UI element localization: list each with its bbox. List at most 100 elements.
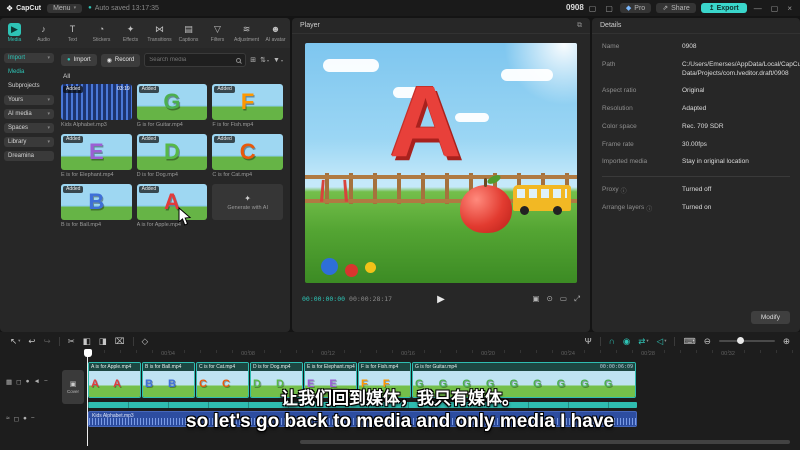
clip-e-elephant[interactable]: E is for Elephant.mp4 E E [304, 362, 357, 398]
export-button[interactable]: ↥ Export [700, 3, 747, 13]
clip-f-fish[interactable]: F is for Fish.mp4 F F [358, 362, 411, 398]
tab-filters[interactable]: ▽ Filters [203, 20, 232, 46]
audio-preview-toggle[interactable]: ◁ ▾ [657, 336, 667, 347]
clip-d-dog[interactable]: D is for Dog.mp4 D D [250, 362, 303, 398]
sidebar-item-dreamina[interactable]: Dreamina [4, 151, 54, 161]
menu-button[interactable]: Menu ▾ [47, 3, 83, 13]
media-item-c-cat[interactable]: Added C C is for Cat.mp4 [212, 134, 283, 178]
timeline-ruler[interactable]: 00:04 00:08 00:12 00:16 00:20 00:24 00:2… [0, 350, 800, 362]
lock-icon[interactable]: ◻ [16, 378, 21, 386]
detail-row-frame-rate: Frame rate 30.00fps [602, 141, 790, 150]
share-button[interactable]: ⇗ Share [656, 3, 696, 13]
focus-icon[interactable]: ⊙ [547, 294, 553, 304]
pro-button[interactable]: ◆ Pro [619, 3, 652, 13]
collapse-icon[interactable]: − [44, 378, 48, 386]
tab-effects[interactable]: ✦ Effects [116, 20, 145, 46]
snap-toggle[interactable]: ◉ [623, 336, 630, 347]
import-button[interactable]: ● Import [61, 54, 97, 66]
preview-quality-icon[interactable]: ▣ [533, 294, 540, 304]
player-detach-icon[interactable]: ⧉ [577, 22, 582, 30]
search-input[interactable] [149, 57, 234, 63]
delete-button[interactable]: ⌧ [115, 336, 125, 347]
record-button[interactable]: ◉ Record [100, 53, 141, 67]
media-item-f-fish[interactable]: Added F F is for Fish.mp4 [212, 84, 283, 128]
panel-layout-icon[interactable]: ▢ [603, 4, 615, 13]
cover-button[interactable]: ▣ Cover [62, 370, 84, 404]
sort-button[interactable]: ⇅ ▾ [260, 56, 269, 64]
magnet-toggle[interactable]: ∩ [609, 336, 615, 346]
view-mode-icon[interactable]: ⊞ [250, 56, 256, 64]
mute-icon[interactable]: ● [23, 415, 27, 423]
sidebar-item-media[interactable]: Media [4, 67, 54, 77]
timeline-zoom-slider[interactable] [718, 337, 775, 344]
tab-transitions[interactable]: ⋈ Transitions [145, 20, 174, 46]
info-icon[interactable]: ⓘ [621, 186, 627, 195]
lock-icon[interactable]: ◻ [14, 415, 19, 423]
playhead[interactable] [87, 350, 88, 446]
zoom-slider-knob[interactable] [736, 337, 744, 344]
clip-b-ball[interactable]: B is for Ball.mp4 B B [142, 362, 195, 398]
horizontal-scrollbar[interactable] [300, 440, 790, 444]
tab-ai-avatar[interactable]: ☻ AI avatar [261, 20, 290, 46]
split-button[interactable]: ✂ [68, 336, 75, 347]
tab-audio[interactable]: ♪ Audio [29, 20, 58, 46]
link-toggle[interactable]: ⇄ ▾ [638, 336, 648, 347]
delete-left-button[interactable]: ◧ [83, 336, 91, 347]
minimize-button[interactable]: — [752, 4, 764, 13]
filter-button[interactable]: ▼ ▾ [273, 57, 283, 64]
video-preview[interactable]: A [305, 43, 577, 283]
caption-track[interactable] [88, 402, 637, 408]
sidebar-item-yours[interactable]: Yours ▾ [4, 95, 54, 105]
generate-with-ai-tile[interactable]: ✦ Generate with AI [212, 184, 283, 220]
record-voiceover-button[interactable]: Ψ [585, 336, 592, 346]
resolution-icon[interactable]: ▭ [560, 294, 567, 304]
clip-g-guitar[interactable]: G is for Guitar.mp4 00:00:06:09 G G G G … [412, 362, 636, 398]
layout-toggle-icon[interactable]: ▢ [587, 4, 599, 13]
media-item-kids-alphabet[interactable]: Added 03:19 Kids Alphabet.mp3 [61, 84, 132, 128]
media-filename: E is for Elephant.mp4 [61, 172, 114, 178]
shortcut-button[interactable]: ⌨ [683, 336, 695, 347]
zoom-in-button[interactable]: ⊕ [783, 336, 790, 347]
media-item-b-ball[interactable]: Added B B is for Ball.mp4 [61, 184, 132, 228]
playhead-handle[interactable] [84, 349, 92, 357]
tab-media[interactable]: ▶ Media [0, 20, 29, 46]
collapse-icon[interactable]: − [31, 415, 35, 423]
audio-track-icon[interactable]: ≈ [6, 415, 10, 423]
media-item-d-dog[interactable]: Added D D is for Dog.mp4 [136, 134, 208, 178]
undo-button[interactable]: ↩ [28, 336, 35, 347]
tab-adjustment[interactable]: ≋ Adjustment [232, 20, 261, 46]
clip-c-cat[interactable]: C is for Cat.mp4 C C [196, 362, 249, 398]
zoom-out-button[interactable]: ⊖ [704, 336, 711, 347]
hide-icon[interactable]: ◄ [34, 378, 40, 386]
school-bus [513, 185, 571, 215]
detail-row-resolution: Resolution Adapted [602, 105, 790, 114]
sidebar-item-subprojects[interactable]: Subprojects [4, 81, 54, 91]
cover-label: Cover [66, 389, 79, 394]
tab-stickers[interactable]: ◔ Stickers [87, 20, 116, 46]
sidebar-item-library[interactable]: Library ▾ [4, 137, 54, 147]
sidebar-item-spaces[interactable]: Spaces ▾ [4, 123, 54, 133]
media-item-a-apple[interactable]: Added A A is for Apple.mp4 [136, 184, 208, 228]
clip-a-apple[interactable]: A is for Apple.mp4 A A [88, 362, 141, 398]
tab-captions[interactable]: ▤ Captions [174, 20, 203, 46]
restore-button[interactable]: ▢ [769, 4, 781, 13]
keyframe-button[interactable]: ◇ [142, 336, 149, 347]
info-icon[interactable]: ⓘ [646, 204, 652, 213]
audio-clip[interactable]: Kids Alphabet.mp3 [88, 411, 637, 427]
tab-text[interactable]: T Text [58, 20, 87, 46]
close-button[interactable]: × [785, 4, 794, 13]
fullscreen-icon[interactable]: ⤢ [574, 294, 580, 304]
sidebar-item-ai-media[interactable]: AI media ▾ [4, 109, 54, 119]
redo-button[interactable]: ↪ [44, 336, 51, 347]
play-button[interactable]: ▶ [437, 294, 445, 305]
media-item-g-guitar[interactable]: Added G G is for Guitar.mp4 [136, 84, 208, 128]
mute-icon[interactable]: ● [26, 378, 30, 386]
clip-thumbnails: E E [305, 371, 356, 397]
media-item-e-elephant[interactable]: Added E E is for Elephant.mp4 [61, 134, 132, 178]
sidebar-item-import[interactable]: Import ▾ [4, 53, 54, 63]
search-icon[interactable] [236, 57, 242, 63]
select-tool-button[interactable]: ↖ ▾ [10, 336, 20, 347]
delete-right-button[interactable]: ◨ [99, 336, 107, 347]
track-options-icon[interactable]: ▦ [6, 378, 12, 386]
modify-button[interactable]: Modify [750, 311, 790, 324]
